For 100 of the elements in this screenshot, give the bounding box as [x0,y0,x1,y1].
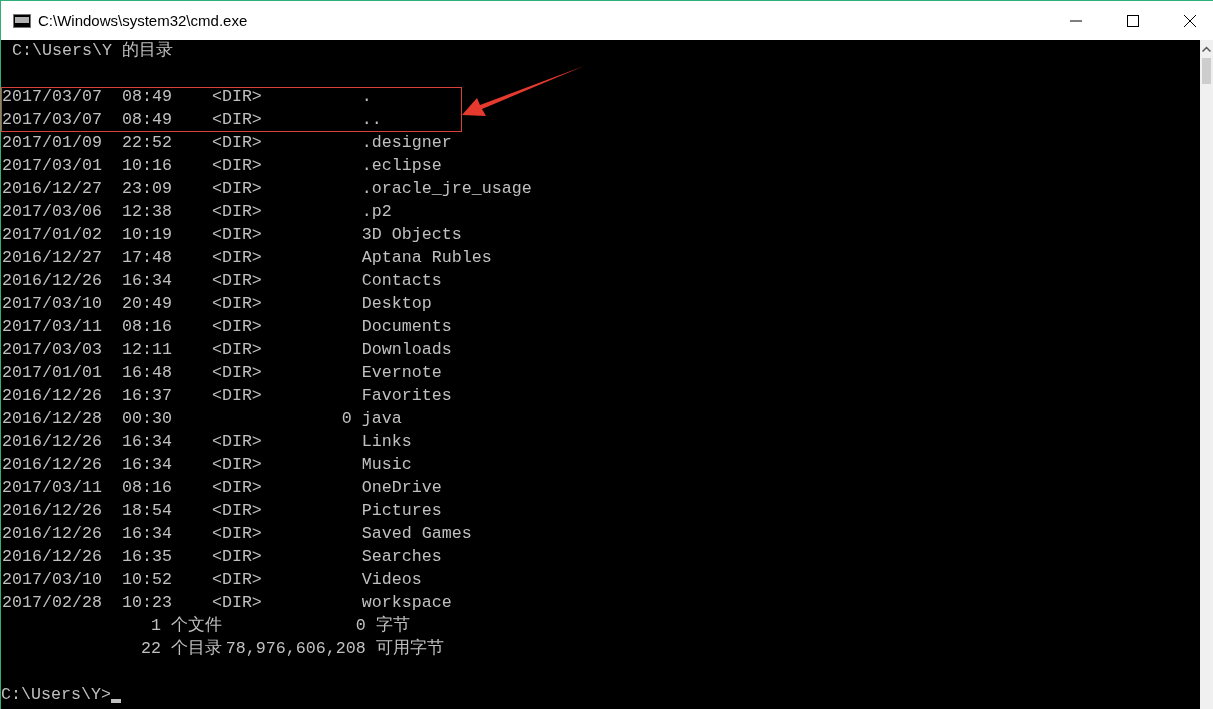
dir-marker: <DIR> [211,477,262,499]
entry-name: .designer [361,132,452,154]
dir-marker: <DIR> [211,109,262,131]
entry-time: 12:38 [121,201,173,223]
close-icon [1184,14,1196,27]
entry-date: 2016/12/26 [2,454,103,476]
dir-marker: <DIR> [211,385,262,407]
summary-amount: 0 [354,615,366,637]
summary-unit: 字节 [375,614,410,637]
summary-unit: 可用字节 [375,637,444,660]
entry-date: 2016/12/26 [2,546,103,568]
dir-marker: <DIR> [211,431,262,453]
entry-name: .eclipse [361,155,442,177]
entry-date: 2017/03/07 [2,86,103,108]
entry-name: Music [361,454,412,476]
dir-marker: <DIR> [211,500,262,522]
text-cursor [110,698,121,703]
entry-date: 2017/03/07 [2,109,103,131]
entry-time: 08:49 [121,86,173,108]
entry-name: Desktop [361,293,432,315]
entry-time: 16:34 [121,270,173,292]
dir-marker: <DIR> [211,201,262,223]
entry-name: Saved Games [361,523,472,545]
entry-date: 2016/12/26 [2,270,103,292]
dir-marker: <DIR> [211,569,262,591]
dir-marker: <DIR> [211,362,262,384]
entry-date: 2016/12/26 [2,431,103,453]
entry-time: 08:16 [121,477,173,499]
entry-date: 2017/01/02 [2,224,103,246]
dir-marker: <DIR> [211,339,262,361]
entry-time: 08:16 [121,316,173,338]
file-size: 0 [341,408,352,430]
scrollbar[interactable] [1200,40,1213,709]
summary-count: 22 [139,638,161,660]
entry-name: Aptana Rubles [361,247,492,269]
entry-name: .. [361,109,382,131]
entry-time: 08:49 [121,109,173,131]
entry-name: Documents [361,316,452,338]
summary-label: 个目录 [170,638,221,660]
entry-date: 2016/12/27 [2,178,103,200]
entry-date: 2017/03/11 [2,316,103,338]
dir-marker: <DIR> [211,316,262,338]
entry-date: 2017/03/01 [2,155,103,177]
entry-time: 10:52 [121,569,173,591]
summary-count: 1 [149,615,161,637]
entry-name: workspace [361,592,452,614]
maximize-icon [1127,14,1139,27]
entry-date: 2017/03/11 [2,477,103,499]
entry-date: 2017/03/06 [2,201,103,223]
entry-name: Pictures [361,500,442,522]
entry-name: java [361,408,402,430]
minimize-icon [1070,19,1082,22]
entry-date: 2017/02/28 [2,592,103,614]
entry-time: 22:52 [121,132,173,154]
dir-marker: <DIR> [211,178,262,200]
entry-time: 23:09 [121,178,173,200]
dir-marker: <DIR> [211,592,262,614]
console-icon [13,13,31,28]
entry-time: 16:34 [121,431,173,453]
entry-time: 20:49 [121,293,173,315]
entry-time: 16:35 [121,546,173,568]
entry-name: .oracle_jre_usage [361,178,532,200]
dir-marker: <DIR> [211,86,262,108]
entry-time: 16:34 [121,523,173,545]
entry-name: .p2 [361,201,392,223]
entry-name: 3D Objects [361,224,462,246]
entry-time: 10:19 [121,224,173,246]
entry-time: 10:23 [121,592,173,614]
entry-time: 12:11 [121,339,173,361]
dir-marker: <DIR> [211,523,262,545]
entry-date: 2016/12/27 [2,247,103,269]
dir-marker: <DIR> [211,132,262,154]
entry-time: 18:54 [121,500,173,522]
scroll-up-icon[interactable] [1202,46,1211,52]
entry-name: OneDrive [361,477,442,499]
entry-time: 16:34 [121,454,173,476]
entry-name: Evernote [361,362,442,384]
directory-heading: C:\Users\Y 的目录 [12,40,173,62]
dir-marker: <DIR> [211,247,262,269]
entry-date: 2017/03/10 [2,293,103,315]
entry-date: 2016/12/26 [2,500,103,522]
entry-name: Links [361,431,412,453]
entry-name: Contacts [361,270,442,292]
entry-date: 2016/12/28 [2,408,103,430]
dir-marker: <DIR> [211,454,262,476]
entry-date: 2016/12/26 [2,385,103,407]
entry-date: 2016/12/26 [2,523,103,545]
entry-time: 16:48 [121,362,173,384]
entry-name: Favorites [361,385,452,407]
entry-time: 00:30 [121,408,173,430]
entry-name: . [361,86,372,108]
entry-time: 17:48 [121,247,173,269]
entry-name: Searches [361,546,442,568]
scroll-thumb[interactable] [1202,58,1211,84]
entry-date: 2017/01/09 [2,132,103,154]
dir-marker: <DIR> [211,293,262,315]
dir-marker: <DIR> [211,270,262,292]
entry-time: 10:16 [121,155,173,177]
entry-time: 16:37 [121,385,173,407]
entry-name: Videos [361,569,422,591]
